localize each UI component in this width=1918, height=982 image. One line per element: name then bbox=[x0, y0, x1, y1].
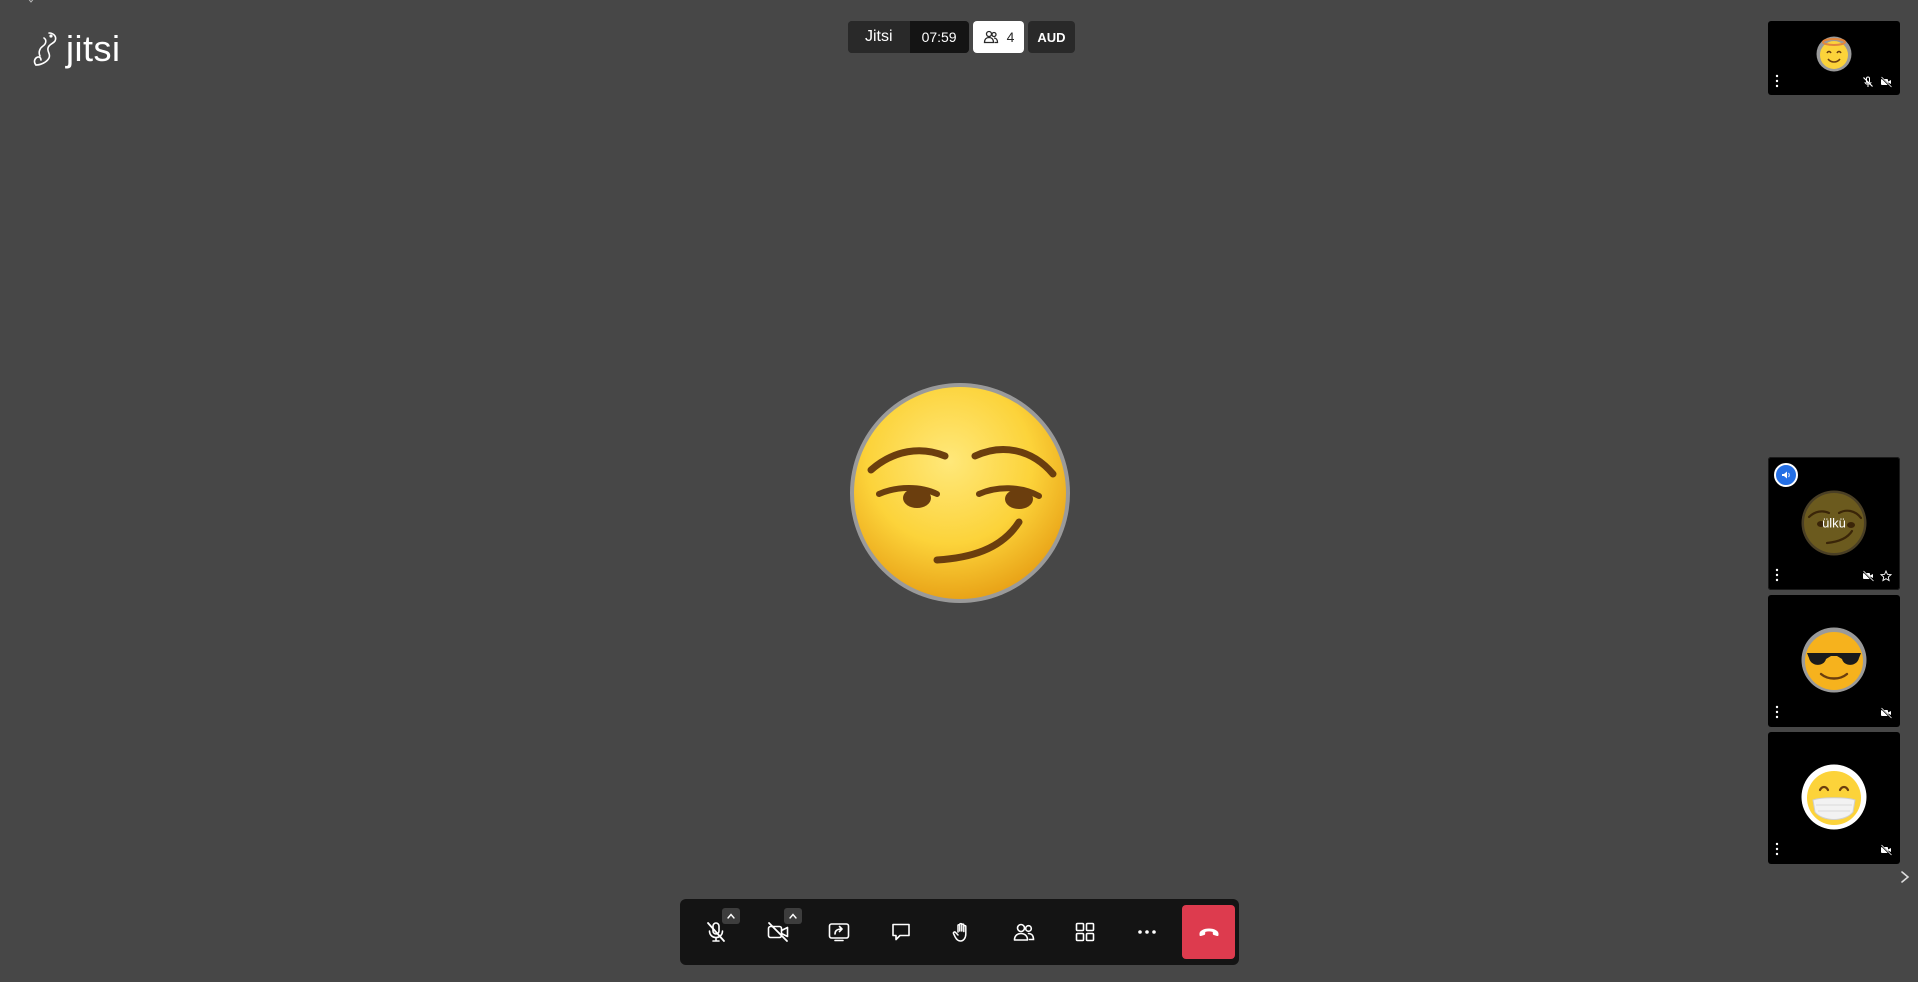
conference-info-bar: Jitsi 07:59 4 AUD bbox=[848, 21, 1075, 53]
logo-text: jitsi bbox=[66, 28, 121, 69]
tile-status-icons bbox=[1862, 570, 1892, 582]
video-off-icon bbox=[1862, 570, 1874, 582]
conference-subject: Jitsi bbox=[848, 21, 910, 53]
hangup-button[interactable] bbox=[1182, 905, 1235, 959]
toolbar bbox=[680, 899, 1239, 965]
video-off-icon bbox=[1880, 76, 1892, 88]
chat-icon bbox=[891, 923, 910, 941]
subject-group: Jitsi 07:59 bbox=[848, 21, 969, 53]
smiling-face-with-halo-icon bbox=[1816, 36, 1852, 72]
camera-button[interactable] bbox=[750, 904, 806, 960]
main-avatar-smirking-face-icon bbox=[850, 383, 1070, 603]
raise-hand-button[interactable] bbox=[934, 904, 990, 960]
more-actions-button[interactable] bbox=[1119, 904, 1175, 960]
tile-status-icons bbox=[1880, 707, 1892, 719]
conference-timer: 07:59 bbox=[909, 21, 969, 53]
tile-status-icons bbox=[1862, 76, 1892, 88]
chat-button[interactable] bbox=[873, 904, 929, 960]
microphone-options-button[interactable] bbox=[722, 908, 740, 924]
participants-button[interactable] bbox=[996, 904, 1052, 960]
face-with-medical-mask-icon bbox=[1801, 764, 1867, 830]
dominant-speaker-badge bbox=[1774, 463, 1798, 487]
microphone-button[interactable] bbox=[688, 904, 744, 960]
screen-share-button[interactable] bbox=[811, 904, 867, 960]
participants-count-button[interactable]: 4 bbox=[972, 21, 1025, 53]
corner-arrow-icon bbox=[28, 0, 34, 3]
mic-muted-icon bbox=[1863, 76, 1873, 87]
tile-menu-icon[interactable] bbox=[1774, 568, 1780, 582]
tile-status-icons bbox=[1880, 844, 1892, 856]
tile-avatar: ülkü bbox=[1801, 490, 1867, 556]
participants-icon bbox=[983, 30, 998, 44]
smiling-face-with-sunglasses-icon bbox=[1801, 627, 1867, 693]
filmstrip-tile[interactable] bbox=[1768, 732, 1900, 864]
participants-icon bbox=[1013, 923, 1034, 941]
chevron-up-icon bbox=[788, 913, 797, 919]
filmstrip-tile[interactable] bbox=[1768, 595, 1900, 727]
tile-view-button[interactable] bbox=[1057, 904, 1113, 960]
tile-menu-icon[interactable] bbox=[1774, 74, 1780, 88]
jitsi-logo-icon bbox=[33, 32, 57, 66]
raise-hand-icon bbox=[952, 922, 967, 942]
participants-count: 4 bbox=[1006, 29, 1015, 45]
chevron-right-icon[interactable] bbox=[1898, 868, 1912, 886]
conference-stage: jitsi Jitsi 07:59 4 AUD ülkü bbox=[0, 0, 1918, 982]
chevron-up-icon bbox=[727, 913, 735, 919]
jitsi-logo[interactable]: jitsi bbox=[32, 30, 121, 68]
tile-menu-icon[interactable] bbox=[1774, 705, 1780, 719]
speaker-icon bbox=[1782, 471, 1790, 479]
camera-options-button[interactable] bbox=[783, 908, 802, 924]
tile-view-icon bbox=[1075, 922, 1095, 942]
star-icon bbox=[1880, 570, 1892, 582]
tile-menu-icon[interactable] bbox=[1774, 842, 1780, 856]
more-actions-icon bbox=[1137, 930, 1156, 934]
hangup-icon bbox=[1199, 928, 1218, 937]
filmstrip-tile[interactable] bbox=[1768, 21, 1900, 95]
filmstrip-tile-dominant[interactable]: ülkü bbox=[1768, 457, 1900, 590]
video-off-icon bbox=[1880, 707, 1892, 719]
video-off-icon bbox=[1880, 844, 1892, 856]
participant-name: ülkü bbox=[1822, 515, 1846, 531]
screen-share-icon bbox=[828, 923, 850, 942]
audio-only-label: AUD bbox=[1028, 21, 1075, 53]
